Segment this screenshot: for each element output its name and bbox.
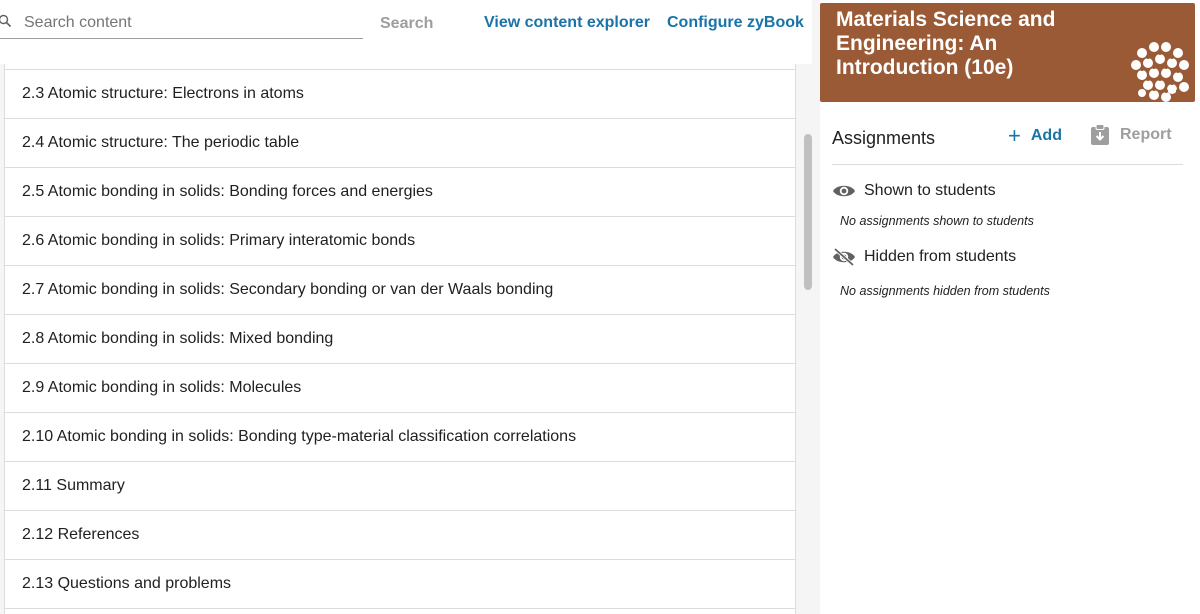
plus-icon: + [1008,123,1021,148]
hidden-label: Hidden from students [864,248,1017,265]
report-label: Report [1120,126,1172,143]
assignments-title: Assignments [832,128,936,148]
section-item[interactable]: 2.6 Atomic bonding in solids: Primary in… [5,217,795,266]
eye-icon [833,185,855,197]
assignments-header: Assignments + Add Report [832,120,1183,165]
report-button[interactable]: Report [1090,124,1172,146]
zybook-page: Search View content explorer Configure z… [0,0,1200,614]
section-item[interactable]: 2.11 Summary [5,462,795,511]
shown-to-students-group: Shown to students [832,182,996,200]
book-header: Materials Science and Engineering: An In… [820,3,1195,102]
section-item[interactable]: 2.12 References [5,511,795,560]
search-box [0,10,363,39]
section-item[interactable]: 2.7 Atomic bonding in solids: Secondary … [5,266,795,315]
shown-empty-note: No assignments shown to students [840,214,1034,228]
section-item[interactable]: 2.4 Atomic structure: The periodic table [5,119,795,168]
shown-label: Shown to students [864,182,996,199]
scrollbar-thumb[interactable] [804,134,812,290]
search-button[interactable]: Search [380,15,433,33]
hidden-empty-note: No assignments hidden from students [840,284,1050,298]
top-toolbar: Search View content explorer Configure z… [0,0,812,64]
clipboard-download-icon [1091,124,1109,145]
eye-off-icon [833,248,855,266]
section-item[interactable]: 2.8 Atomic bonding in solids: Mixed bond… [5,315,795,364]
section-item[interactable]: 2.3 Atomic structure: Electrons in atoms [5,70,795,119]
search-icon [0,14,12,28]
section-item[interactable]: 2.5 Atomic bonding in solids: Bonding fo… [5,168,795,217]
configure-zybook-link[interactable]: Configure zyBook [667,14,804,32]
assignments-panel: Materials Science and Engineering: An In… [820,0,1200,614]
section-list: 2.3 Atomic structure: Electrons in atoms… [4,64,796,614]
section-item[interactable]: 2.13 Questions and problems [5,560,795,609]
add-label: Add [1030,127,1062,144]
section-item[interactable]: 2.10 Atomic bonding in solids: Bonding t… [5,413,795,462]
view-content-explorer-link[interactable]: View content explorer [484,14,650,32]
hidden-from-students-group: Hidden from students [832,248,1016,266]
molecule-lattice-icon [1131,42,1189,102]
book-title: Materials Science and Engineering: An In… [836,8,1056,79]
add-assignment-button[interactable]: + Add [1008,123,1062,148]
search-input[interactable] [24,12,354,34]
section-item[interactable]: 2.9 Atomic bonding in solids: Molecules [5,364,795,413]
